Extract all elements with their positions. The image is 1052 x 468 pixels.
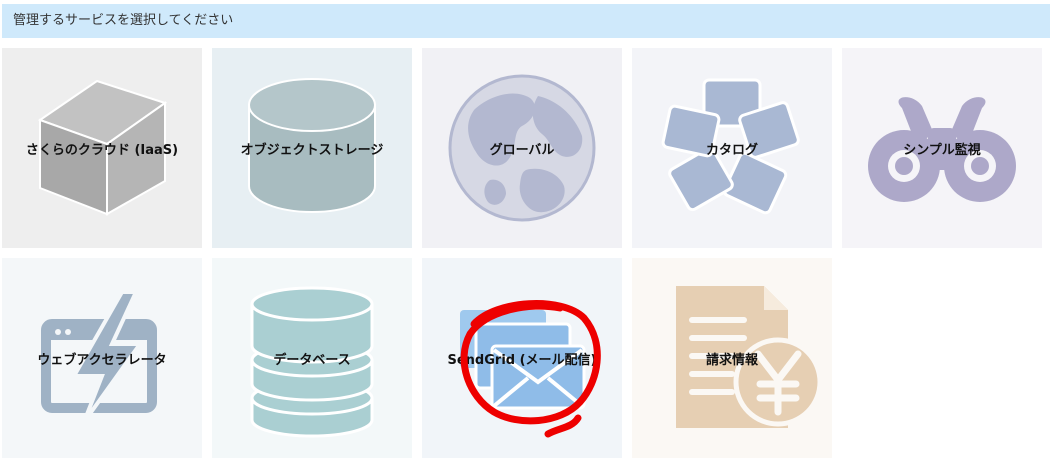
service-label: グローバル [489,142,555,158]
service-label: オブジェクトストレージ [240,142,384,158]
service-tile-web-accelerator[interactable]: ウェブアクセラレータ [2,258,202,458]
service-tile-simple-monitor[interactable]: シンプル監視 [842,48,1042,248]
service-tile-catalog[interactable]: カタログ [632,48,832,248]
service-label: 請求情報 [705,352,758,368]
service-tile-global[interactable]: グローバル [422,48,622,248]
service-label: ウェブアクセラレータ [37,352,167,368]
service-label: シンプル監視 [903,142,981,158]
page-title: 管理するサービスを選択してください [13,13,234,28]
service-tile-object-storage[interactable]: オブジェクトストレージ [212,48,412,248]
service-label: SendGrid (メール配信) [447,352,597,368]
service-tile-sendgrid[interactable]: SendGrid (メール配信) [422,258,622,458]
service-label: さくらのクラウド (IaaS) [25,142,179,158]
service-tile-billing[interactable]: 請求情報 [632,258,832,458]
service-label: データベース [273,352,351,368]
service-tile-database[interactable]: データベース [212,258,412,458]
service-tile-cloud[interactable]: さくらのクラウド (IaaS) [2,48,202,248]
page-header: 管理するサービスを選択してください [2,4,1050,38]
service-label: カタログ [705,142,758,158]
